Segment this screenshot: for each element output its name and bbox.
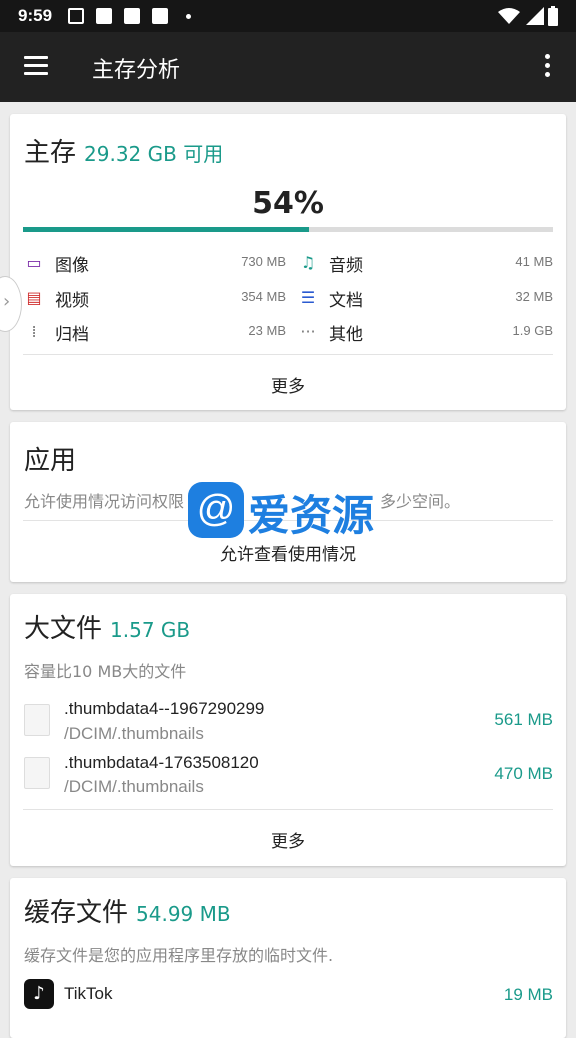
file-name: .thumbdata4--1967290299 <box>64 699 265 718</box>
category-label: 图像 <box>55 256 89 276</box>
category-size: 730 MB <box>241 254 286 269</box>
category-size: 23 MB <box>248 323 286 338</box>
divider <box>23 354 553 355</box>
allow-usage-button[interactable]: 允许查看使用情况 <box>10 540 566 565</box>
apps-description: 允许使用情况访问权限 <box>24 492 185 511</box>
storage-more-button[interactable]: 更多 <box>10 372 566 397</box>
cache-title: 缓存文件 <box>24 898 129 928</box>
page-title: 主存分析 <box>92 58 181 83</box>
storage-progress-bar <box>23 227 553 232</box>
category-documents[interactable]: ☰ 文档 32 MB <box>298 286 553 311</box>
file-path: /DCIM/.thumbnails <box>64 777 204 796</box>
video-icon: ▤ <box>26 288 42 307</box>
divider <box>23 809 553 810</box>
image-icon: ▭ <box>26 253 42 272</box>
category-audio[interactable]: ♫ 音频 41 MB <box>298 251 553 276</box>
large-files-heading: 大文件 1.57 GB <box>24 608 190 645</box>
file-icon <box>24 757 50 789</box>
main-storage-title: 主存 <box>24 138 77 168</box>
cache-heading: 缓存文件 54.99 MB <box>24 892 231 929</box>
category-label: 其他 <box>329 325 363 345</box>
watermark-logo: @ <box>188 482 244 538</box>
file-size: 561 MB <box>494 710 553 729</box>
gallery-notification-icon <box>68 8 84 24</box>
app-cache-size: 19 MB <box>503 985 553 1004</box>
archive-icon: ⁞ <box>31 322 37 341</box>
category-video[interactable]: ▤ 视频 354 MB <box>24 286 286 311</box>
cache-files-card: 缓存文件 54.99 MB 缓存文件是您的应用程序里存放的临时文件. ♪ TikT… <box>10 878 566 1038</box>
main-storage-heading: 主存 29.32 GB 可用 <box>24 132 223 169</box>
font-notification-icon <box>124 8 140 24</box>
category-size: 354 MB <box>241 289 286 304</box>
chevron-right-icon: › <box>3 291 11 312</box>
menu-icon[interactable] <box>24 56 48 76</box>
app-toolbar: 主存分析 <box>0 32 576 102</box>
more-notifications-icon <box>186 14 191 19</box>
large-files-card: 大文件 1.57 GB 容量比10 MB大的文件 .thumbdata4--196… <box>10 594 566 866</box>
category-label: 归档 <box>55 325 89 345</box>
watermark-text: 爱资源 <box>248 491 375 540</box>
app-notification-icon <box>96 8 112 24</box>
wifi-icon <box>498 8 520 24</box>
large-files-more-button[interactable]: 更多 <box>10 827 566 852</box>
status-time: 9:59 <box>18 6 53 25</box>
large-files-title: 大文件 <box>24 614 103 644</box>
overflow-menu-icon[interactable] <box>540 54 554 80</box>
status-bar: 9:59 <box>0 0 576 32</box>
category-images[interactable]: ▭ 图像 730 MB <box>24 251 286 276</box>
category-archives[interactable]: ⁞ 归档 23 MB <box>24 320 286 345</box>
main-storage-card: 主存 29.32 GB 可用 54% ▭ 图像 730 MB ♫ 音频 41 MB… <box>10 114 566 410</box>
battery-icon <box>548 6 558 26</box>
tiktok-icon: ♪ <box>24 979 54 1009</box>
main-storage-available: 29.32 GB 可用 <box>84 142 224 166</box>
app-notification-icon-2 <box>152 8 168 24</box>
category-label: 文档 <box>329 291 363 311</box>
apps-title: 应用 <box>24 446 77 476</box>
file-icon <box>24 704 50 736</box>
app-name: TikTok <box>64 984 113 1003</box>
category-size: 1.9 GB <box>512 323 553 338</box>
storage-percent: 54% <box>252 186 324 221</box>
category-size: 32 MB <box>515 289 553 304</box>
category-other[interactable]: ··· 其他 1.9 GB <box>298 320 553 345</box>
file-path: /DCIM/.thumbnails <box>64 724 204 743</box>
category-label: 音频 <box>329 256 363 276</box>
file-size: 470 MB <box>494 764 553 783</box>
category-label: 视频 <box>55 291 89 311</box>
large-files-description: 容量比10 MB大的文件 <box>24 662 187 681</box>
document-icon: ☰ <box>300 288 316 307</box>
music-icon: ♫ <box>300 253 316 272</box>
cache-description: 缓存文件是您的应用程序里存放的临时文件. <box>24 946 334 965</box>
signal-icon <box>526 7 544 25</box>
cache-size: 54.99 MB <box>136 902 231 926</box>
file-name: .thumbdata4-1763508120 <box>64 753 259 772</box>
category-size: 41 MB <box>515 254 553 269</box>
storage-progress-fill <box>23 227 310 232</box>
apps-description-tail: 多少空间。 <box>380 492 461 511</box>
ellipsis-icon: ··· <box>300 322 316 341</box>
large-files-size: 1.57 GB <box>110 618 191 642</box>
watermark: @ 爱资源 <box>188 482 388 542</box>
